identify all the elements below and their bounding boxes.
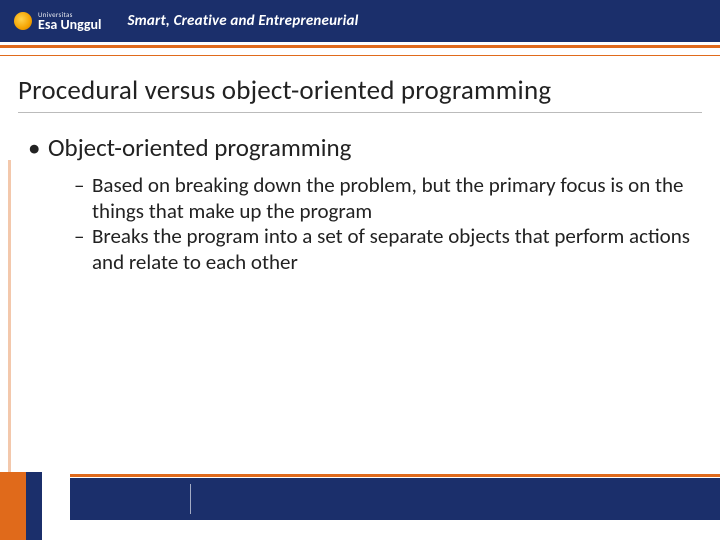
content-area: • Object-oriented programming –Based on … [18,132,690,275]
slide: Universitas Esa Unggul Smart, Creative a… [0,0,720,540]
bullet-level2-item: –Based on breaking down the problem, but… [74,173,690,224]
logo-name-label: Esa Unggul [38,18,102,32]
bullet-level1-text: Object-oriented programming [48,132,351,163]
header-rule-thick [0,45,720,48]
left-accent-line [8,160,11,480]
footer-divider [190,484,191,514]
dash-icon: – [74,224,92,250]
bullet-level2-text: Breaks the program into a set of separat… [92,223,690,275]
slide-title: Procedural versus object-oriented progra… [18,74,702,107]
dash-icon: – [74,173,92,199]
bullet-dot-icon: • [28,132,48,163]
logo: Universitas Esa Unggul [0,11,102,32]
footer-bar [70,478,720,520]
bullet-level2-group: –Based on breaking down the problem, but… [74,173,690,275]
bullet-level1: • Object-oriented programming [28,132,690,163]
header-tagline: Smart, Creative and Entrepreneurial [128,12,359,30]
logo-sun-icon [14,12,32,30]
header-rule-thin [0,55,720,56]
title-underline [18,112,702,113]
header-bar: Universitas Esa Unggul Smart, Creative a… [0,0,720,42]
left-strip-navy [26,472,42,540]
bullet-level2-text: Based on breaking down the problem, but … [92,172,684,224]
logo-university-label: Universitas [38,11,102,18]
left-strip-orange [0,472,26,540]
bullet-level2-item: –Breaks the program into a set of separa… [74,224,690,275]
logo-text: Universitas Esa Unggul [38,11,102,32]
